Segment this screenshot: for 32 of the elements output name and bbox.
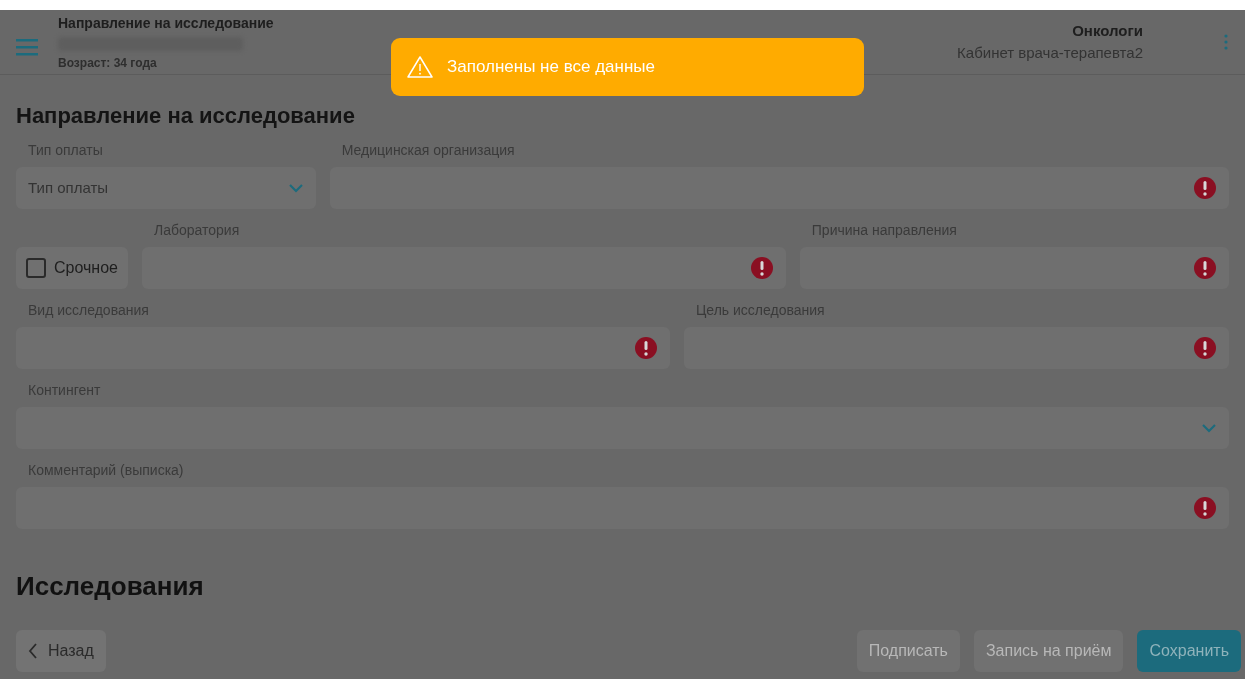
error-icon [1193, 496, 1217, 520]
form-title: Направление на исследование [16, 102, 356, 130]
error-icon [1193, 176, 1217, 200]
chevron-down-icon [1201, 423, 1217, 433]
checkbox-square[interactable] [26, 258, 46, 278]
input-field[interactable] [329, 167, 1229, 209]
error-icon [749, 256, 774, 280]
input-field[interactable] [16, 487, 1229, 529]
field-placeholder: Тип оплаты [28, 177, 109, 198]
toast-message: Заполнены не все данные [447, 56, 655, 79]
menu-icon[interactable] [16, 38, 38, 56]
input-field[interactable] [799, 247, 1229, 289]
checkbox-label: Срочное [54, 258, 118, 278]
select-field[interactable] [16, 407, 1229, 449]
section-title: Исследования [16, 570, 205, 603]
warning-icon [407, 55, 433, 79]
more-icon[interactable] [1223, 33, 1229, 51]
error-icon [634, 336, 658, 360]
error-icon [1193, 336, 1217, 360]
chevron-left-icon [28, 643, 38, 659]
page-title: Направление на исследование [58, 13, 274, 33]
urgent-checkbox[interactable]: Срочное [16, 247, 128, 289]
input-field[interactable] [141, 247, 786, 289]
input-field[interactable] [16, 327, 670, 369]
error-icon [1193, 256, 1217, 280]
input-field[interactable] [684, 327, 1229, 369]
save-button[interactable]: Сохранить [1137, 630, 1241, 672]
select-field[interactable]: Тип оплаты [16, 167, 316, 209]
back-button[interactable]: Назад [16, 630, 106, 672]
patient-age: Возраст: 34 года [58, 54, 158, 72]
department-name: Онкологи [1071, 20, 1143, 41]
chevron-down-icon [287, 183, 304, 193]
